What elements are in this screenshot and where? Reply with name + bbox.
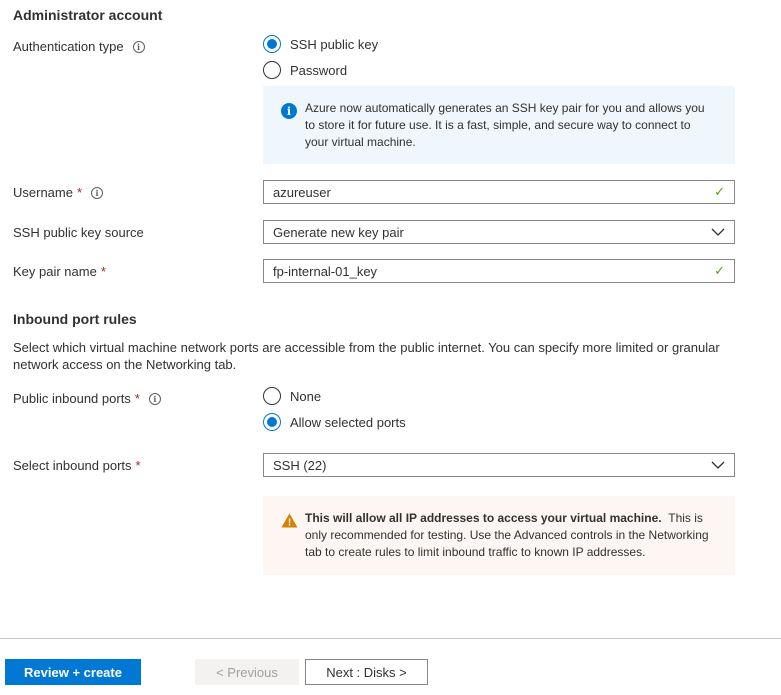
ports-warning-message: ! This will allow all IP addresses to ac…	[263, 496, 735, 575]
username-input[interactable]	[273, 184, 680, 200]
chevron-down-icon	[711, 461, 725, 469]
ports-option-allow[interactable]: Allow selected ports	[263, 413, 406, 431]
info-icon[interactable]: i	[91, 186, 104, 199]
select-ports-dropdown[interactable]: SSH (22)	[263, 453, 735, 477]
select-ports-label-text: Select inbound ports	[13, 458, 132, 473]
check-icon: ✓	[714, 263, 725, 278]
keypair-input[interactable]	[273, 263, 680, 279]
required-indicator: *	[135, 458, 141, 473]
username-label: Username * i	[13, 185, 104, 200]
info-filled-icon: i	[281, 103, 297, 119]
svg-text:!: !	[288, 518, 291, 529]
public-ports-label: Public inbound ports * i	[13, 391, 161, 406]
username-field[interactable]: ✓	[263, 180, 735, 204]
ports-option-none-label: None	[290, 388, 322, 404]
radio-unchecked-icon[interactable]	[263, 61, 281, 79]
info-icon[interactable]: i	[132, 40, 145, 53]
ports-option-allow-label: Allow selected ports	[290, 414, 406, 430]
required-indicator: *	[100, 264, 106, 279]
footer-divider	[0, 638, 781, 639]
admin-section-title: Administrator account	[13, 7, 163, 23]
keypair-field[interactable]: ✓	[263, 259, 735, 283]
radio-checked-icon[interactable]	[263, 35, 281, 53]
review-create-button[interactable]: Review + create	[5, 659, 141, 685]
auth-type-label-text: Authentication type	[13, 39, 124, 54]
keypair-label: Key pair name *	[13, 264, 106, 279]
ssh-source-label-text: SSH public key source	[13, 225, 144, 240]
required-indicator: *	[76, 185, 83, 200]
ssh-info-message: i Azure now automatically generates an S…	[263, 86, 735, 164]
select-ports-label: Select inbound ports *	[13, 458, 141, 473]
next-disks-button[interactable]: Next : Disks >	[305, 659, 428, 685]
auth-option-password-label: Password	[290, 62, 348, 78]
keypair-label-text: Key pair name	[13, 264, 97, 279]
inbound-section-title: Inbound port rules	[13, 311, 137, 327]
username-label-text: Username	[13, 185, 73, 200]
auth-option-password[interactable]: Password	[263, 61, 347, 79]
previous-button[interactable]: < Previous	[195, 659, 299, 685]
auth-type-label: Authentication type i	[13, 39, 145, 54]
auth-option-ssh-label: SSH public key	[290, 36, 379, 52]
ssh-source-value: Generate new key pair	[273, 224, 404, 240]
radio-checked-icon[interactable]	[263, 413, 281, 431]
public-ports-label-text: Public inbound ports	[13, 391, 131, 406]
ports-option-none[interactable]: None	[263, 387, 321, 405]
inbound-description: Select which virtual machine network por…	[13, 340, 720, 372]
warning-icon: !	[281, 513, 298, 533]
info-icon[interactable]: i	[148, 392, 161, 405]
check-icon: ✓	[714, 184, 725, 199]
ssh-info-text: Azure now automatically generates an SSH…	[305, 100, 705, 149]
radio-unchecked-icon[interactable]	[263, 387, 281, 405]
ports-warning-bold: This will allow all IP addresses to acce…	[305, 511, 662, 525]
ssh-source-dropdown[interactable]: Generate new key pair	[263, 220, 735, 244]
ports-warning-text: This will allow all IP addresses to acce…	[305, 510, 715, 561]
required-indicator: *	[134, 391, 140, 406]
ssh-source-label: SSH public key source	[13, 225, 144, 240]
chevron-down-icon	[711, 228, 725, 236]
auth-option-ssh[interactable]: SSH public key	[263, 35, 378, 53]
select-ports-value: SSH (22)	[273, 457, 327, 473]
